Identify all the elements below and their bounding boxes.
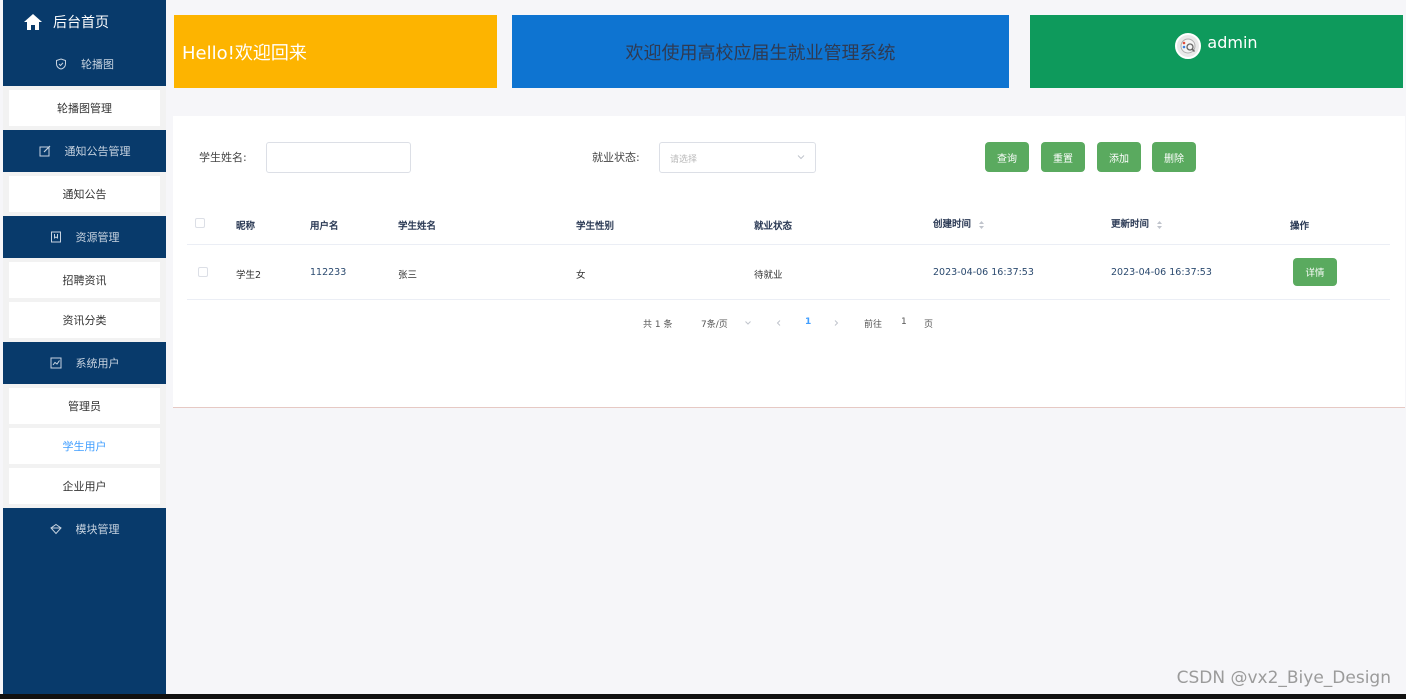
user-card[interactable]: admin	[1030, 15, 1403, 88]
query-button[interactable]: 查询	[985, 142, 1029, 172]
goto-input[interactable]: 1	[901, 317, 907, 327]
bookmark-icon	[50, 231, 62, 243]
edit-icon	[39, 145, 51, 157]
home-label: 后台首页	[53, 15, 109, 31]
menu-group-label: 资源管理	[75, 231, 120, 244]
th-created[interactable]: 创建时间	[933, 216, 985, 230]
status-placeholder: 请选择	[670, 155, 698, 165]
cell-gender: 女	[576, 270, 586, 281]
chevron-down-icon[interactable]	[744, 319, 752, 327]
delete-button[interactable]: 删除	[1152, 142, 1196, 172]
th-student-name: 学生姓名	[398, 221, 437, 232]
pagination-total: 共 1 条	[643, 320, 673, 330]
student-name-label: 学生姓名:	[199, 151, 247, 164]
cell-username: 112233	[310, 267, 347, 278]
th-created-label: 创建时间	[933, 219, 972, 230]
cell-status: 待就业	[754, 270, 783, 281]
menu-group-label: 系统用户	[75, 357, 120, 370]
username: admin	[1207, 33, 1258, 52]
status-select[interactable]: 请选择	[659, 142, 816, 173]
home-link[interactable]: 后台首页	[3, 0, 166, 44]
menu-group-label: 通知公告管理	[64, 145, 131, 158]
header-divider	[187, 244, 1390, 245]
detail-button[interactable]: 详情	[1293, 258, 1337, 286]
submenu-notice: 通知公告	[3, 172, 166, 216]
th-updated-label: 更新时间	[1111, 219, 1150, 230]
avatar-icon	[1180, 38, 1196, 54]
select-all-checkbox[interactable]	[195, 218, 205, 228]
sidebar-item-admin[interactable]: 管理员	[9, 388, 160, 424]
student-name-input[interactable]	[266, 142, 411, 173]
menu-group-carousel[interactable]: 轮播图	[3, 42, 166, 86]
th-status: 就业状态	[754, 221, 793, 232]
cell-student-name: 张三	[398, 270, 418, 281]
submenu-carousel: 轮播图管理	[3, 86, 166, 130]
sort-icon[interactable]	[1156, 220, 1163, 230]
page-size-select[interactable]: 7条/页	[701, 317, 728, 330]
menu-group-label: 轮播图	[81, 58, 114, 71]
sidebar-item-carousel-manage[interactable]: 轮播图管理	[9, 90, 160, 126]
next-page-icon[interactable]	[832, 319, 840, 327]
menu-group-label: 模块管理	[75, 523, 120, 536]
welcome-text: 欢迎使用高校应届生就业管理系统	[625, 42, 896, 64]
shield-icon	[55, 58, 67, 70]
chart-icon	[50, 357, 62, 369]
main-panel: 学生姓名: 就业状态: 请选择 查询 重置 添加 删除 昵称 用户名 学生姓名 …	[173, 116, 1405, 408]
hello-text: Hello!欢迎回来	[182, 42, 307, 64]
watermark: CSDN @vx2_Biye_Design	[1176, 668, 1391, 688]
page-number[interactable]: 1	[805, 317, 811, 327]
welcome-card: 欢迎使用高校应届生就业管理系统	[512, 15, 1009, 88]
th-action: 操作	[1290, 221, 1310, 232]
reset-button[interactable]: 重置	[1041, 142, 1085, 172]
goto-label: 前往	[864, 320, 883, 330]
th-updated[interactable]: 更新时间	[1111, 216, 1163, 230]
add-button[interactable]: 添加	[1097, 142, 1141, 172]
diamond-icon	[49, 523, 62, 535]
submenu-resource: 招聘资讯 资讯分类	[3, 258, 166, 342]
sidebar-item-student-users[interactable]: 学生用户	[9, 428, 160, 464]
menu-group-modules[interactable]: 模块管理	[3, 508, 166, 550]
page-suffix: 页	[924, 320, 934, 330]
sidebar-item-news-category[interactable]: 资讯分类	[9, 302, 160, 338]
prev-page-icon[interactable]	[775, 319, 783, 327]
home-icon	[24, 14, 42, 30]
cell-updated: 2023-04-06 16:37:53	[1111, 267, 1212, 278]
th-nickname: 昵称	[236, 221, 256, 232]
menu-group-notice[interactable]: 通知公告管理	[3, 130, 166, 172]
row-checkbox[interactable]	[198, 267, 208, 277]
bottom-bar	[0, 694, 1406, 699]
cell-created: 2023-04-06 16:37:53	[933, 267, 1034, 278]
cell-nickname: 学生2	[236, 270, 262, 281]
chevron-down-icon	[797, 155, 805, 160]
th-gender: 学生性别	[576, 221, 615, 232]
sidebar: 后台首页 轮播图 轮播图管理 通知公告管理 通知公告 资源管理 招聘资讯 资讯分…	[3, 0, 166, 699]
th-username: 用户名	[310, 221, 339, 232]
menu-group-system-users[interactable]: 系统用户	[3, 342, 166, 384]
submenu-system-users: 管理员 学生用户 企业用户	[3, 384, 166, 508]
sidebar-item-company-users[interactable]: 企业用户	[9, 468, 160, 504]
status-label: 就业状态:	[592, 151, 640, 164]
hello-card: Hello!欢迎回来	[174, 15, 497, 88]
avatar[interactable]	[1175, 33, 1202, 59]
row-divider	[187, 299, 1390, 300]
menu-group-resource[interactable]: 资源管理	[3, 216, 166, 258]
sidebar-item-recruit-news[interactable]: 招聘资讯	[9, 262, 160, 298]
sort-icon[interactable]	[978, 220, 985, 230]
sidebar-item-notice[interactable]: 通知公告	[9, 176, 160, 212]
